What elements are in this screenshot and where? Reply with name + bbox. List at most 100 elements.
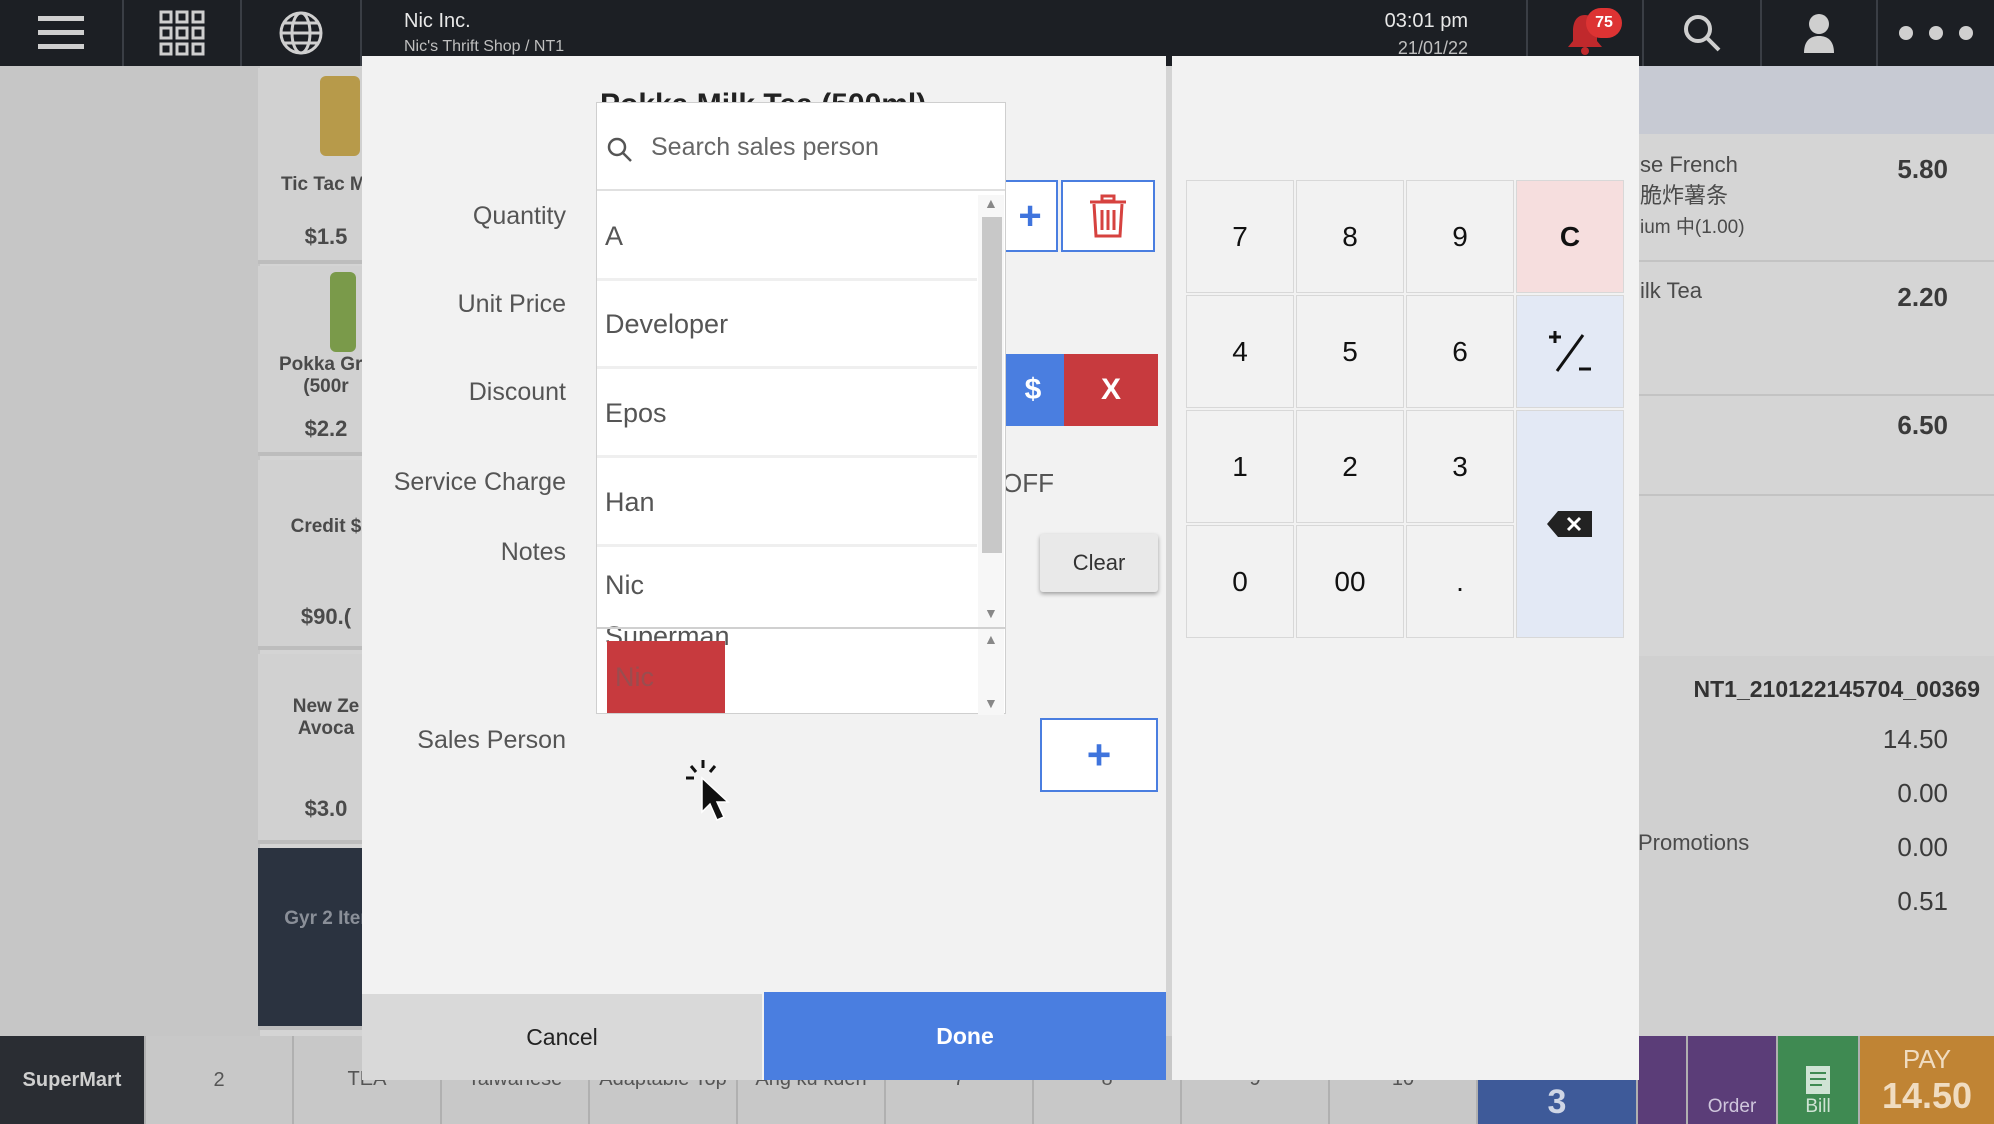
chevron-down-icon: ▼: [984, 695, 998, 711]
key-2[interactable]: 2: [1296, 410, 1404, 523]
bill-label: Bill: [1805, 1096, 1831, 1117]
search-row: [597, 103, 1005, 191]
selected-scrollbar[interactable]: ▲ ▼: [978, 629, 1004, 715]
key-backspace[interactable]: [1516, 410, 1624, 638]
user-button[interactable]: [1762, 0, 1878, 66]
receipt-item-name: ilk Tea: [1640, 278, 1702, 303]
search-button[interactable]: [1644, 0, 1762, 66]
receipt-item-amount: 5.80: [1897, 154, 1948, 184]
clock-time: 03:01 pm: [1384, 10, 1468, 32]
tab-2[interactable]: 2: [146, 1036, 294, 1124]
chevron-up-icon: ▲: [984, 631, 998, 647]
quantity-increase-button[interactable]: +: [1002, 180, 1058, 252]
quantity-label: Quantity: [472, 202, 566, 230]
order-id: NT1_210122145704_00369: [1693, 676, 1981, 702]
list-item[interactable]: Developer: [597, 283, 977, 369]
product-image: [330, 272, 356, 352]
summary-value: 14.50: [1882, 724, 1948, 754]
click-cursor-icon: [686, 760, 730, 821]
pay-amount: 14.50: [1881, 1074, 1973, 1116]
pay-button[interactable]: PAY 14.50: [1860, 1036, 1994, 1124]
clear-notes-button[interactable]: Clear: [1040, 534, 1158, 592]
store-button[interactable]: SuperMart: [0, 1036, 146, 1124]
key-5[interactable]: 5: [1296, 295, 1404, 408]
discount-label: Discount: [468, 378, 566, 406]
list-scrollbar[interactable]: ▲ ▼: [978, 195, 1004, 627]
chevron-up-icon: ▲: [984, 195, 998, 211]
receipt-item-amount: 6.50: [1897, 410, 1948, 440]
key-3[interactable]: 3: [1406, 410, 1514, 523]
bill-button[interactable]: Bill: [1778, 1036, 1860, 1124]
apps-button[interactable]: [124, 0, 242, 66]
cancel-button[interactable]: Cancel: [362, 994, 762, 1080]
order-button-edge: [1638, 1036, 1688, 1124]
key-decimal[interactable]: .: [1406, 525, 1514, 638]
key-00[interactable]: 00: [1296, 525, 1404, 638]
search-input[interactable]: [651, 125, 991, 169]
list-item[interactable]: Nic: [597, 550, 977, 620]
unit-price-label: Unit Price: [457, 290, 566, 318]
discount-remove-button[interactable]: X: [1064, 354, 1158, 426]
receipt-item-modifier: ium 中(1.00): [1640, 217, 1745, 238]
key-9[interactable]: 9: [1406, 180, 1514, 293]
notes-label: Notes: [500, 538, 566, 566]
chevron-down-icon: ▼: [984, 605, 998, 621]
category-panel: [0, 66, 260, 1036]
user-icon: [1804, 14, 1834, 53]
search-icon: [1684, 15, 1721, 52]
key-7[interactable]: 7: [1186, 180, 1294, 293]
sales-person-dropdown: A Developer Epos Han Nic Superman ▲ ▼ Ni…: [596, 102, 1006, 715]
key-1[interactable]: 1: [1186, 410, 1294, 523]
summary-value: 0.51: [1897, 886, 1948, 916]
receipt-line[interactable]: ilk Tea 2.20: [1638, 262, 1994, 396]
sales-person-label: Sales Person: [417, 726, 566, 754]
product-image: [320, 76, 360, 156]
grid-icon: [159, 10, 205, 56]
more-dots-icon: [1899, 26, 1973, 40]
edit-item-dialog: Pokka Milk Tea (500ml) Quantity Unit Pri…: [362, 56, 1166, 1080]
backspace-icon: [1547, 511, 1592, 537]
service-charge-label: Service Charge: [393, 468, 566, 496]
key-8[interactable]: 8: [1296, 180, 1404, 293]
pay-label: PAY: [1902, 1043, 1952, 1074]
receipt-item-amount: 2.20: [1897, 282, 1948, 312]
list-item[interactable]: A: [597, 195, 977, 281]
add-sales-person-button[interactable]: +: [1040, 718, 1158, 792]
plus-minus-icon: [1549, 330, 1591, 372]
selected-sales-person-chip[interactable]: Nic: [607, 641, 725, 713]
delete-item-button[interactable]: [1061, 180, 1155, 252]
order-button[interactable]: Order: [1688, 1036, 1778, 1124]
summary-value: 0.00: [1897, 778, 1948, 808]
numpad: 7 8 9 C 4 5 6 1 2 3 0 00 .: [1186, 180, 1628, 642]
summary-value: 0.00: [1897, 832, 1948, 862]
receipt-line[interactable]: 6.50: [1638, 396, 1994, 496]
hamburger-icon: [38, 16, 84, 49]
receipt-summary: NT1_210122145704_00369 14.50 0.00 Promot…: [1638, 656, 1994, 1036]
shop-name: Nic's Thrift Shop / NT1: [404, 38, 565, 55]
key-4[interactable]: 4: [1186, 295, 1294, 408]
language-button[interactable]: [242, 0, 362, 66]
receipt-header: [1638, 66, 1994, 134]
search-icon: [607, 137, 632, 162]
key-6[interactable]: 6: [1406, 295, 1514, 408]
scrollbar-thumb[interactable]: [982, 217, 1002, 553]
sales-person-list: A Developer Epos Han Nic: [597, 195, 977, 621]
receipt-line[interactable]: se French 脆炸薯条 ium 中(1.00) 5.80: [1638, 134, 1994, 262]
company-name: Nic Inc.: [404, 10, 471, 32]
done-button[interactable]: Done: [764, 992, 1166, 1080]
trash-icon: [1090, 194, 1126, 238]
key-0[interactable]: 0: [1186, 525, 1294, 638]
selected-sales-persons: Nic ▲ ▼: [597, 627, 1005, 715]
numpad-panel: 7 8 9 C 4 5 6 1 2 3 0 00 .: [1172, 56, 1639, 1080]
key-clear[interactable]: C: [1516, 180, 1624, 293]
list-item[interactable]: Han: [597, 461, 977, 547]
receipt-item-name-cn: 脆炸薯条: [1640, 183, 1729, 208]
service-charge-toggle[interactable]: OFF: [1002, 468, 1054, 499]
key-plus-minus[interactable]: [1516, 295, 1624, 408]
list-item[interactable]: Epos: [597, 372, 977, 458]
discount-dollar-button[interactable]: $: [1002, 354, 1064, 426]
globe-icon: [279, 11, 323, 55]
more-button[interactable]: [1878, 0, 1994, 66]
notification-badge: 75: [1586, 8, 1622, 38]
menu-button[interactable]: [0, 0, 124, 66]
